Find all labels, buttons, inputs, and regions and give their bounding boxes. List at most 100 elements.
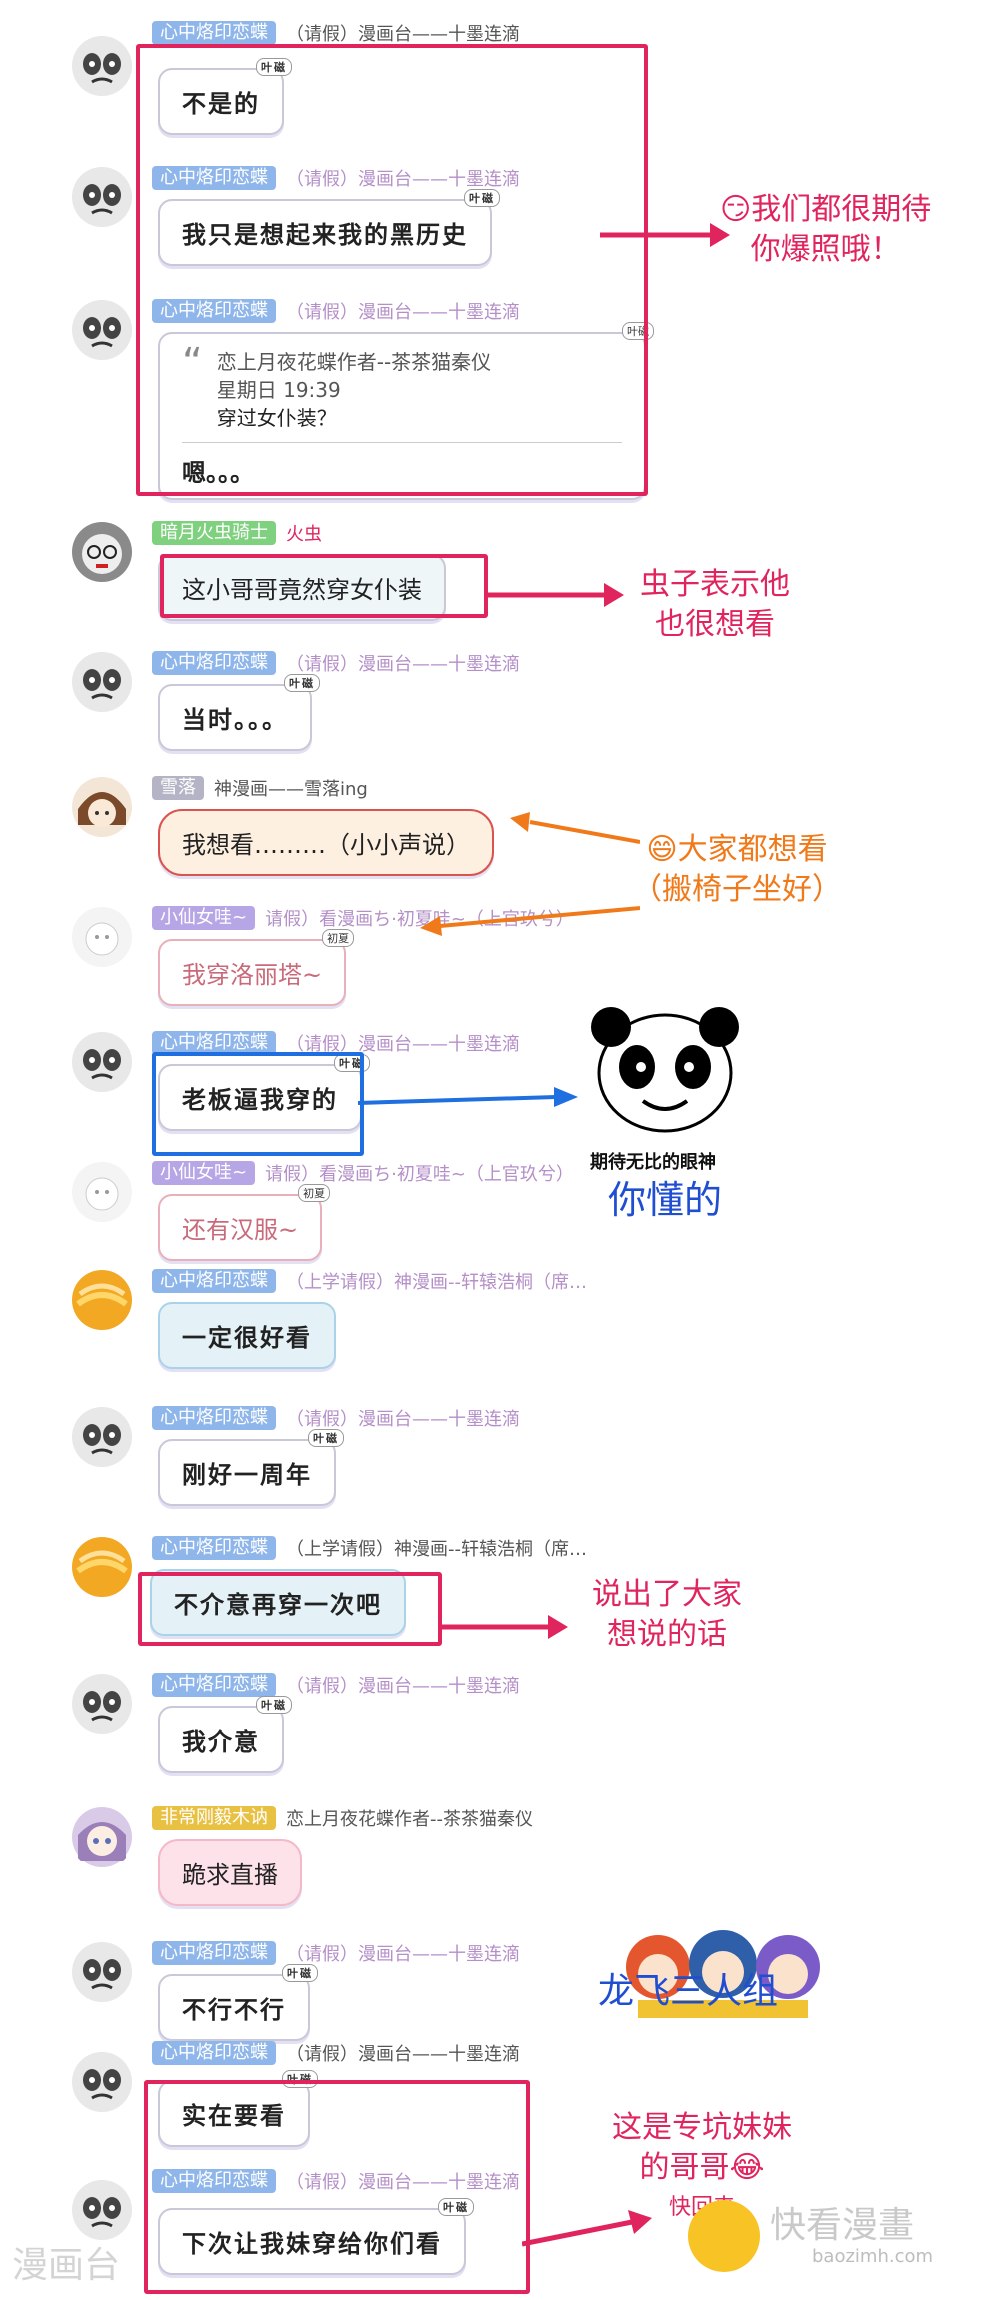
watermark-url: baozimh.com	[812, 2246, 934, 2267]
avatar[interactable]	[70, 520, 134, 584]
message-text: 不介意再穿一次吧	[174, 1590, 382, 1619]
avatar[interactable]	[70, 650, 134, 714]
badge: 叶磁	[622, 322, 654, 340]
message-bubble[interactable]: 还有汉服~ 初夏	[158, 1184, 331, 1261]
message-bubble[interactable]: 不是的 叶磁	[158, 58, 292, 135]
badge: 叶磁	[334, 1054, 370, 1072]
group-name: （请假）漫画台——十墨连滴	[286, 2172, 520, 2193]
quote-icon: “	[182, 340, 203, 386]
annotation-note: 😏我们都很期待 你爆照哦！	[720, 192, 932, 267]
message-bubble[interactable]: 我穿洛丽塔~ 初夏	[158, 929, 355, 1006]
badge: 叶磁	[308, 1429, 344, 1447]
sender-name: 心中烙印恋蝶	[152, 2169, 276, 2193]
group-name: （请假）漫画台——十墨连滴	[286, 1944, 520, 1965]
group-name: （请假）漫画台——十墨连滴	[286, 2044, 520, 2065]
badge: 叶磁	[282, 2070, 318, 2088]
sender-name: 小仙女哇~	[152, 1161, 256, 1185]
sender-name: 心中烙印恋蝶	[152, 1031, 276, 1055]
group-name: （请假）漫画台——十墨连滴	[286, 654, 520, 675]
quote-time: 星期日 19:39	[216, 378, 341, 402]
badge: 叶磁	[256, 1696, 292, 1714]
message-text: 老板逼我穿的	[182, 1085, 338, 1114]
group-name: （上学请假）神漫画--轩辕浩桐（席…	[286, 1539, 587, 1560]
annotation-note: 说出了大家 想说的话	[592, 1577, 742, 1652]
message-bubble[interactable]: 老板逼我穿的 叶磁	[158, 1054, 370, 1131]
avatar[interactable]	[70, 1940, 134, 2004]
message-text: 我介意	[182, 1727, 260, 1756]
chat-screenshot: 心中烙印恋蝶 （请假）漫画台——十墨连滴 不是的 叶磁 心中烙印恋蝶 （请假）漫画台—…	[0, 0, 1000, 2300]
quote-author: 恋上月夜花蝶作者--茶茶猫秦仪	[216, 350, 492, 374]
message-bubble[interactable]: 我想看………（小小声说）	[158, 809, 494, 876]
avatar[interactable]	[70, 2178, 134, 2242]
message-text: 当时。。。	[182, 705, 288, 734]
message-bubble[interactable]: 实在要看 叶磁	[158, 2070, 318, 2147]
badge: 初夏	[298, 1184, 331, 1202]
sender-name: 心中烙印恋蝶	[152, 1673, 276, 1697]
message-bubble[interactable]: 跪求直播	[158, 1839, 302, 1906]
message-text: 还有汉服~	[182, 1216, 299, 1244]
group-name: 请假）看漫画ち·初夏哇~（上官玖兮）	[265, 909, 574, 930]
watermark-right: 快看漫畫	[770, 2205, 915, 2246]
badge: 叶磁	[256, 58, 292, 76]
avatar[interactable]	[70, 1535, 134, 1599]
sender-name: 心中烙印恋蝶	[152, 1406, 276, 1430]
message-bubble[interactable]: 这小哥哥竟然穿女仆装	[158, 554, 446, 621]
message-text: 我只是想起来我的黑历史	[182, 220, 468, 249]
message-text: 这小哥哥竟然穿女仆装	[182, 576, 422, 604]
arrow-icon	[358, 1087, 578, 1107]
message-text: 刚好一周年	[182, 1460, 312, 1489]
message-text: 跪求直播	[182, 1861, 278, 1889]
badge: 叶磁	[282, 1964, 318, 1982]
annotation-note: 你懂的	[608, 1178, 723, 1222]
mascot-icon	[688, 2200, 760, 2272]
sender-name: 雪落	[152, 776, 204, 800]
group-name: （上学请假）神漫画--轩辕浩桐（席…	[286, 1272, 587, 1293]
avatar[interactable]	[70, 1030, 134, 1094]
message-text: 实在要看	[182, 2101, 286, 2130]
group-name: 恋上月夜花蝶作者--茶茶猫秦仪	[286, 1809, 533, 1830]
message-text: 下次让我妹穿给你们看	[182, 2229, 442, 2258]
message-bubble[interactable]: 当时。。。 叶磁	[158, 674, 320, 751]
avatar[interactable]	[70, 1805, 134, 1869]
arrow-icon	[438, 1615, 568, 1639]
message-text: 我穿洛丽塔~	[182, 961, 323, 989]
sender-name: 非常刚毅木讷	[152, 1806, 276, 1830]
message-bubble[interactable]: 刚好一周年 叶磁	[158, 1429, 344, 1506]
avatar[interactable]	[70, 1160, 134, 1224]
group-name: （请假）漫画台——十墨连滴	[286, 169, 520, 190]
badge: 叶磁	[464, 189, 500, 207]
sender-name: 心中烙印恋蝶	[152, 166, 276, 190]
avatar[interactable]	[70, 1672, 134, 1736]
avatar[interactable]	[70, 905, 134, 969]
avatar[interactable]	[70, 34, 134, 98]
group-name: （请假）漫画台——十墨连滴	[286, 1676, 520, 1697]
message-bubble[interactable]: 我只是想起来我的黑历史 叶磁	[158, 189, 500, 266]
avatar[interactable]	[70, 1405, 134, 1469]
watermark-left: 漫画台	[12, 2245, 121, 2286]
badge: 叶磁	[438, 2198, 474, 2216]
sender-name: 心中烙印恋蝶	[152, 299, 276, 323]
grin-emoji-icon: 😏	[720, 192, 752, 227]
message-bubble[interactable]: 不行不行 叶磁	[158, 1964, 318, 2041]
annotation-note: 龙飞三人组	[598, 1971, 779, 2012]
message-bubble[interactable]: 不介意再穿一次吧	[150, 1569, 406, 1636]
message-bubble[interactable]: 一定很好看	[158, 1302, 336, 1369]
sender-name: 心中烙印恋蝶	[152, 1269, 276, 1293]
badge: 初夏	[322, 929, 355, 947]
group-name: （请假）漫画台——十墨连滴	[286, 302, 520, 323]
sender-name: 心中烙印恋蝶	[152, 651, 276, 675]
message-bubble[interactable]: 下次让我妹穿给你们看 叶磁	[158, 2198, 474, 2275]
avatar[interactable]	[70, 165, 134, 229]
arrow-icon	[484, 583, 624, 607]
message-bubble[interactable]: 我介意 叶磁	[158, 1696, 292, 1773]
sender-name: 暗月火虫骑士	[152, 521, 276, 545]
group-name: 请假）看漫画ち·初夏哇~（上官玖兮）	[265, 1164, 574, 1185]
avatar[interactable]	[70, 775, 134, 839]
avatar[interactable]	[70, 298, 134, 362]
avatar[interactable]	[70, 1268, 134, 1332]
message-bubble[interactable]: “ 恋上月夜花蝶作者--茶茶猫秦仪 星期日 19:39 穿过女仆装？ 嗯。。。 …	[158, 322, 654, 500]
panda-meme-icon	[591, 1007, 739, 1133]
quote-text: 穿过女仆装？	[216, 406, 337, 430]
group-name: （请假）漫画台——十墨连滴	[286, 1034, 520, 1055]
avatar[interactable]	[70, 2050, 134, 2114]
